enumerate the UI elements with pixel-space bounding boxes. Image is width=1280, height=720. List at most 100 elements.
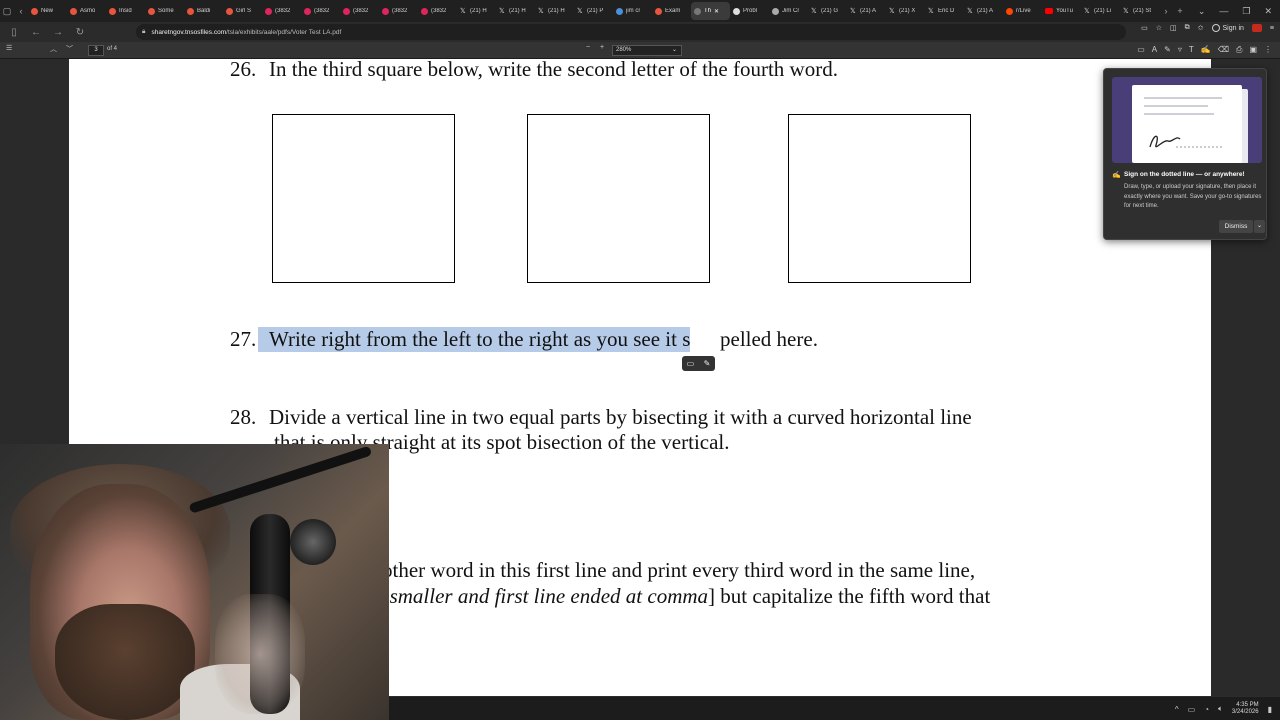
save-icon[interactable]: ▣ bbox=[1249, 45, 1257, 55]
tab-title: (21) P bbox=[587, 8, 604, 14]
browser-tab[interactable]: 𝕏 (21) X bbox=[886, 2, 925, 20]
browser-tab[interactable]: New bbox=[28, 2, 67, 20]
browser-tab[interactable]: 𝕏 (21) P bbox=[574, 2, 613, 20]
clock[interactable]: 4:35 PM 3/24/2026 bbox=[1232, 702, 1259, 716]
page-number-input[interactable]: 3 bbox=[88, 45, 104, 56]
browser-tab[interactable]: 𝕏 (21) H bbox=[496, 2, 535, 20]
maximize-button[interactable]: ❐ bbox=[1242, 6, 1250, 17]
network-icon[interactable]: ▭ bbox=[1188, 705, 1196, 714]
recording-icon[interactable] bbox=[1251, 24, 1262, 32]
dismiss-options-button[interactable]: ⌄ bbox=[1254, 220, 1265, 233]
favicon-icon bbox=[616, 7, 623, 15]
read-aloud-icon[interactable]: A bbox=[1152, 45, 1157, 55]
refresh-button[interactable]: ↻ bbox=[74, 27, 86, 38]
x-logo-icon: 𝕏 bbox=[850, 7, 856, 15]
tab-title: (3832 bbox=[314, 8, 330, 14]
reader-mode-icon[interactable]: ▭ bbox=[1141, 24, 1148, 32]
page-up-icon[interactable]: ︿ bbox=[50, 44, 57, 54]
comment-icon[interactable]: ▭ bbox=[687, 359, 695, 368]
contents-icon[interactable]: ☰ bbox=[6, 44, 12, 52]
browser-tab[interactable]: YouTu bbox=[1042, 2, 1081, 20]
zoom-select[interactable]: 280% ⌄ bbox=[612, 45, 682, 56]
extensions-icon[interactable]: ⧉ bbox=[1185, 24, 1190, 32]
browser-tab[interactable]: Th ✕ bbox=[691, 2, 730, 20]
browser-tab[interactable]: Girl S bbox=[223, 2, 262, 20]
browser-tab[interactable]: Baldi bbox=[184, 2, 223, 20]
browser-tab[interactable]: Jim Cr bbox=[769, 2, 808, 20]
draw-icon[interactable]: ✎ bbox=[1164, 45, 1171, 55]
tab-title: (21) X bbox=[899, 8, 916, 14]
favorite-star-icon[interactable]: ☆ bbox=[1156, 24, 1162, 32]
browser-tab[interactable]: 𝕏 (21) St bbox=[1120, 2, 1159, 20]
tab-title: Jim Cr bbox=[782, 8, 800, 14]
browser-tab[interactable]: Exam bbox=[652, 2, 691, 20]
tab-title: (21) H bbox=[509, 8, 526, 14]
tab-scroll-right-icon[interactable]: › bbox=[1159, 0, 1173, 22]
page-total: of 4 bbox=[107, 46, 118, 52]
browser-tab[interactable]: (3832 bbox=[340, 2, 379, 20]
question-text: other word in this first line and print … bbox=[382, 558, 976, 582]
sign-icon[interactable]: ✍ bbox=[1201, 45, 1211, 55]
browser-tab[interactable]: jim cr bbox=[613, 2, 652, 20]
zoom-in-button[interactable]: + bbox=[600, 44, 604, 51]
highlight-icon[interactable]: ✎ bbox=[704, 359, 711, 368]
browser-tab[interactable]: Asmo bbox=[67, 2, 106, 20]
close-tab-icon[interactable]: ✕ bbox=[714, 8, 719, 15]
question-text: e smaller and first line ended at comma]… bbox=[375, 584, 990, 609]
erase-icon[interactable]: ⌫ bbox=[1218, 45, 1229, 55]
sidebar-toggle-icon[interactable]: ▯ bbox=[8, 27, 20, 38]
browser-tab[interactable]: (3832 bbox=[418, 2, 457, 20]
address-bar-actions: ▭ ☆ ◫ ⧉ ✩ Sign in ≡ bbox=[1141, 24, 1274, 32]
tab-actions-icon[interactable]: ▢ bbox=[0, 0, 14, 22]
profile-icon bbox=[1211, 24, 1220, 32]
text-icon[interactable]: T bbox=[1189, 45, 1194, 55]
dismiss-button[interactable]: Dismiss bbox=[1219, 220, 1253, 233]
highlight-icon[interactable]: ▿ bbox=[1178, 45, 1182, 55]
browser-tab[interactable]: Some bbox=[145, 2, 184, 20]
tab-title: (21) Li bbox=[1094, 8, 1112, 14]
chevron-up-icon[interactable]: ^ bbox=[1175, 705, 1179, 714]
browser-tab[interactable]: Insid bbox=[106, 2, 145, 20]
tab-title: Baldi bbox=[197, 8, 211, 14]
tab-title: jim cr bbox=[626, 8, 641, 14]
browser-tab[interactable]: 𝕏 (21) Li bbox=[1081, 2, 1120, 20]
tab-title: Girl S bbox=[236, 8, 251, 14]
browser-tab[interactable]: 𝕏 (21) H bbox=[535, 2, 574, 20]
notification-icon[interactable]: ▮ bbox=[1268, 705, 1272, 714]
zoom-out-button[interactable]: − bbox=[586, 44, 590, 51]
page-down-icon[interactable]: ﹀ bbox=[66, 44, 73, 54]
taskbar: ^ ▭ ◔ 🔈︎ 4:35 PM 3/24/2026 ▮ bbox=[389, 696, 1280, 720]
tab-search-icon[interactable]: ⌄ bbox=[1198, 6, 1206, 17]
wifi-icon[interactable]: ◔ bbox=[1204, 705, 1209, 714]
popup-title: Sign on the dotted line — or anywhere! bbox=[1124, 171, 1245, 178]
browser-tab[interactable]: r/Live bbox=[1003, 2, 1042, 20]
tab-scroll-left-icon[interactable]: ‹ bbox=[14, 0, 28, 22]
browser-tab[interactable]: 𝕏 (21) A bbox=[964, 2, 1003, 20]
favorites-icon[interactable]: ✩ bbox=[1198, 24, 1204, 32]
browser-tab[interactable]: (3832 bbox=[379, 2, 418, 20]
browser-tab[interactable]: (3832 bbox=[301, 2, 340, 20]
browser-tab[interactable]: Probl bbox=[730, 2, 769, 20]
menu-icon[interactable]: ≡ bbox=[1270, 25, 1274, 32]
new-tab-button[interactable]: + bbox=[1173, 0, 1187, 22]
sign-in-button[interactable]: Sign in bbox=[1211, 24, 1244, 32]
question-text: In the third square below, write the sec… bbox=[269, 59, 838, 81]
url-field[interactable]: 🔒︎ sharetngov.tnsosfiles.com/tsla/exhibi… bbox=[136, 24, 1126, 40]
minimize-button[interactable]: — bbox=[1219, 6, 1228, 16]
mic-arm bbox=[188, 445, 373, 514]
split-screen-icon[interactable]: ◫ bbox=[1170, 24, 1177, 32]
browser-tab[interactable]: 𝕏 (21) H bbox=[457, 2, 496, 20]
selected-text[interactable]: Write right from the left to the right a… bbox=[258, 327, 691, 352]
browser-tab[interactable]: (3832 bbox=[262, 2, 301, 20]
browser-tab[interactable]: 𝕏 (21) G bbox=[808, 2, 847, 20]
browser-tab[interactable]: 𝕏 (21) A bbox=[847, 2, 886, 20]
close-window-button[interactable]: ✕ bbox=[1264, 6, 1272, 17]
url-path: /tsla/exhibits/aale/pdfs/Voter Test LA.p… bbox=[226, 28, 342, 36]
print-icon[interactable]: ⎙ bbox=[1236, 45, 1242, 55]
more-icon[interactable]: ⋮ bbox=[1264, 45, 1272, 55]
forward-button[interactable]: → bbox=[52, 27, 64, 38]
browser-tab[interactable]: 𝕏 Eric D bbox=[925, 2, 964, 20]
back-button[interactable]: ← bbox=[30, 27, 42, 38]
comment-icon[interactable]: ▭ bbox=[1137, 45, 1145, 55]
volume-icon[interactable]: 🔈︎ bbox=[1218, 704, 1223, 714]
